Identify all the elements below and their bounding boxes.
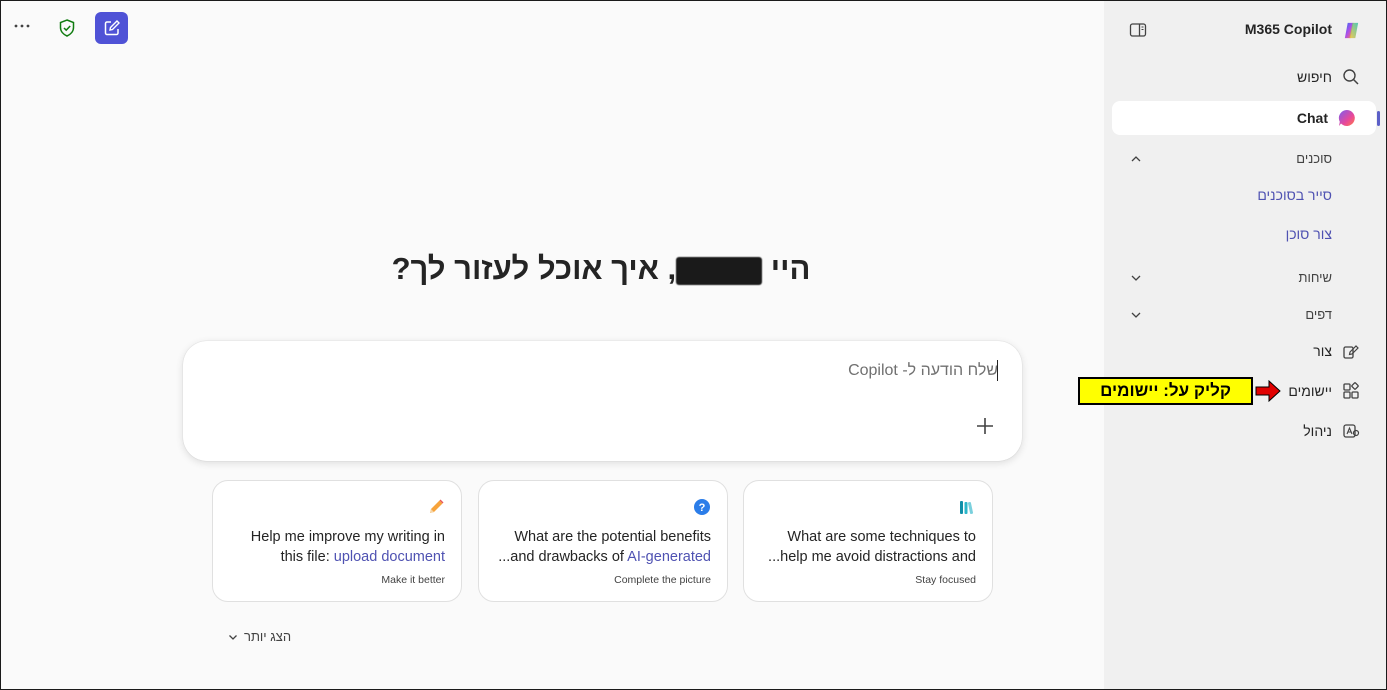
search-icon xyxy=(1341,67,1361,87)
create-agent-link[interactable]: צור סוכן xyxy=(1286,226,1332,242)
svg-text:?: ? xyxy=(699,502,706,514)
apps-grid-icon xyxy=(1341,381,1361,401)
prompt-card-make-better[interactable]: Help me improve my writing in this file:… xyxy=(212,480,462,602)
prompt-card-stay-focused[interactable]: What are some techniques to ...help me a… xyxy=(743,480,993,602)
sidebar-item-label: צור xyxy=(1313,343,1332,359)
compose-icon xyxy=(104,20,120,36)
text-caret xyxy=(997,360,998,381)
question-icon: ? xyxy=(694,499,710,515)
section-agents[interactable]: סוכנים xyxy=(1104,147,1386,171)
instruction-callout: קליק על: יישומים xyxy=(1078,377,1253,405)
card-line-2-prefix: ...and drawbacks of xyxy=(498,549,628,565)
message-composer xyxy=(183,341,1022,461)
chevron-down-icon xyxy=(1131,275,1141,281)
card-line-2: this file: upload document xyxy=(220,547,445,567)
sidebar-item-label: חיפוש xyxy=(1297,69,1332,85)
chevron-up-icon xyxy=(1131,156,1141,162)
section-label: שיחות xyxy=(1298,270,1332,285)
more-options-icon[interactable] xyxy=(13,17,31,35)
card-subtitle: Stay focused xyxy=(915,574,976,586)
section-label: סוכנים xyxy=(1296,151,1332,166)
show-more-label: הצג יותר xyxy=(244,629,292,644)
new-chat-button[interactable] xyxy=(95,12,128,44)
toggle-sidebar-icon[interactable] xyxy=(1128,20,1148,40)
card-line-2-prefix: this file: xyxy=(280,549,334,565)
card-line-2: ...help me avoid distractions and xyxy=(768,549,976,565)
card-subtitle: Complete the picture xyxy=(614,574,711,586)
section-label: דפים xyxy=(1305,307,1332,322)
card-line-2-highlight: upload document xyxy=(333,549,445,565)
chevron-down-icon xyxy=(1131,312,1141,318)
show-more-button[interactable]: הצג יותר xyxy=(227,629,291,644)
card-text: What are the potential benefits ...and d… xyxy=(486,527,711,567)
section-conversations[interactable]: שיחות xyxy=(1104,266,1386,290)
card-line-2-highlight: AI-generated xyxy=(627,549,711,565)
sidebar-item-admin[interactable]: ניהול xyxy=(1104,414,1386,448)
admin-icon xyxy=(1341,421,1361,441)
sidebar-item-label: Chat xyxy=(1296,110,1328,126)
copilot-logo-icon xyxy=(1344,22,1359,39)
redacted-user-name xyxy=(676,256,763,285)
card-line-2: ...and drawbacks of AI-generated xyxy=(486,547,711,567)
card-line-1: What are some techniques to xyxy=(787,529,976,545)
greeting-heading: היי , איך אוכל לעזור לך? xyxy=(301,251,901,287)
books-icon xyxy=(960,501,974,514)
greeting-prefix: היי xyxy=(762,251,811,286)
greeting-suffix: , איך אוכל לעזור לך? xyxy=(391,251,677,286)
sidebar-item-create[interactable]: צור xyxy=(1104,334,1386,368)
sidebar-item-chat[interactable]: Chat xyxy=(1112,101,1376,135)
sidebar: M365 Copilot חיפוש Chat סוכנים סייר בסוכ… xyxy=(1104,1,1386,689)
sidebar-item-search[interactable]: חיפוש xyxy=(1104,60,1386,94)
shield-check-icon[interactable] xyxy=(57,18,77,38)
active-item-indicator xyxy=(1377,111,1380,126)
section-pages[interactable]: דפים xyxy=(1104,303,1386,327)
copilot-window: היי , איך אוכל לעזור לך? What are some t… xyxy=(0,0,1387,690)
sidebar-item-label: יישומים xyxy=(1288,383,1332,399)
chat-bubble-icon xyxy=(1338,109,1355,126)
prompt-card-complete-picture[interactable]: ? What are the potential benefits ...and… xyxy=(478,480,728,602)
chevron-down-icon xyxy=(229,634,237,640)
card-line-1: Help me improve my writing in xyxy=(250,529,445,545)
browse-agents-link[interactable]: סייר בסוכנים xyxy=(1257,187,1332,203)
add-attachment-icon[interactable] xyxy=(974,415,996,437)
card-subtitle: Make it better xyxy=(381,574,445,586)
card-line-1: What are the potential benefits xyxy=(514,529,711,545)
create-icon xyxy=(1341,341,1361,361)
sidebar-item-label: ניהול xyxy=(1303,423,1332,439)
message-input[interactable] xyxy=(298,359,998,383)
pencil-icon xyxy=(430,499,444,513)
arrow-right-icon xyxy=(1255,380,1281,402)
app-title: M365 Copilot xyxy=(1244,21,1332,37)
card-text: Help me improve my writing in this file:… xyxy=(220,527,445,567)
card-text: What are some techniques to ...help me a… xyxy=(751,527,976,567)
